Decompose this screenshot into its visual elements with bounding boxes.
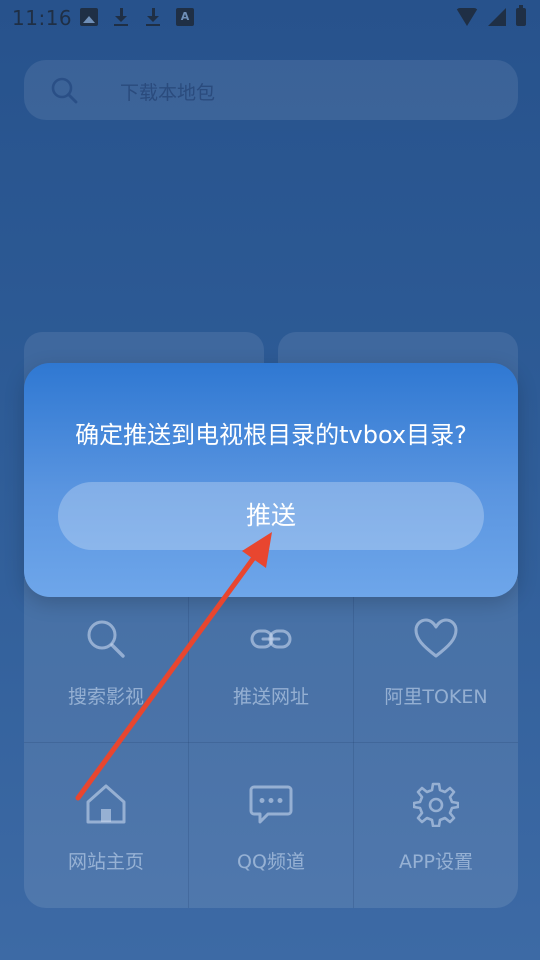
grid-item-aliyun-token[interactable]: 阿里TOKEN — [354, 578, 518, 743]
grid-item-label: 推送网址 — [232, 686, 309, 708]
notification-icons: A — [80, 8, 194, 26]
dialog-message: 确定推送到电视根目录的tvbox目录? — [75, 421, 467, 449]
grid-item-label: QQ频道 — [237, 851, 305, 873]
grid-item-qq-channel[interactable]: QQ频道 — [189, 743, 353, 908]
push-confirm-dialog: 确定推送到电视根目录的tvbox目录? 推送 — [24, 363, 518, 597]
download-icon — [112, 8, 130, 26]
grid-item-app-settings[interactable]: APP设置 — [354, 743, 518, 908]
battery-icon — [516, 5, 526, 26]
grid-item-search-movies[interactable]: 搜索影视 — [24, 578, 188, 743]
grid-item-push-url[interactable]: 推送网址 — [189, 578, 353, 743]
gear-icon — [413, 782, 459, 827]
heart-icon — [414, 618, 458, 658]
grid-item-label: 搜索影视 — [67, 686, 144, 708]
signal-icon — [488, 8, 506, 26]
grid-item-label: 阿里TOKEN — [384, 686, 488, 708]
wifi-icon — [456, 8, 478, 26]
grid-item-label: 网站主页 — [67, 851, 144, 873]
search-icon — [51, 77, 78, 104]
image-icon — [80, 8, 98, 26]
search-icon — [87, 620, 125, 658]
search-bar[interactable]: 下载本地包 — [24, 60, 518, 120]
system-icons — [456, 5, 526, 26]
status-time: 11:16 — [12, 6, 73, 30]
status-bar: 11:16 A — [0, 0, 540, 36]
grid-item-label: APP设置 — [399, 851, 473, 873]
link-icon — [250, 629, 292, 649]
search-input[interactable]: 下载本地包 — [120, 78, 215, 105]
function-grid: 搜索影视 推送网址 阿里TOKEN 网站主页 QQ频道 APP设置 — [24, 578, 518, 908]
chat-icon — [249, 785, 293, 824]
grid-item-website-home[interactable]: 网站主页 — [24, 743, 188, 908]
app-a-icon: A — [176, 8, 194, 26]
home-icon — [86, 784, 126, 824]
download-icon — [144, 8, 162, 26]
push-button[interactable]: 推送 — [58, 482, 484, 550]
